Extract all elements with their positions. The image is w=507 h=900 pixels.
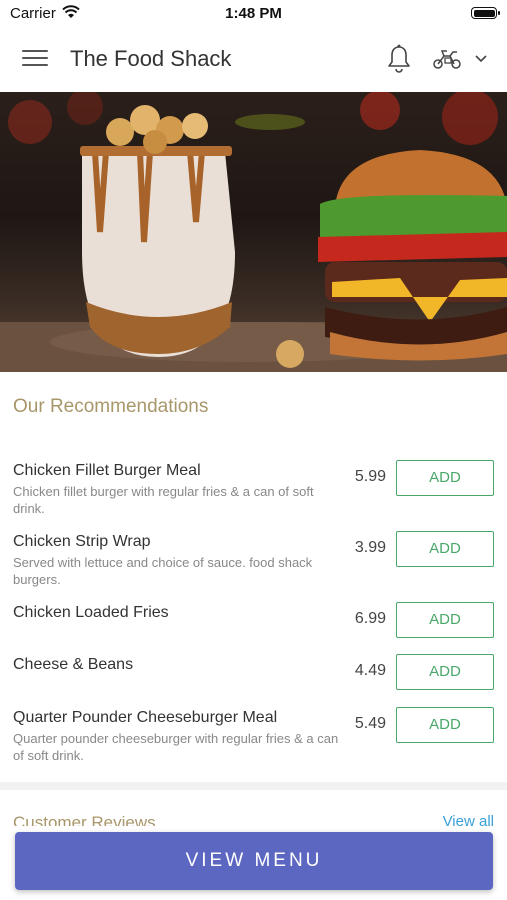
battery-icon xyxy=(471,7,500,19)
page-title: The Food Shack xyxy=(70,46,232,71)
item-price: 5.99 xyxy=(354,468,386,485)
item-name: Chicken Loaded Fries xyxy=(13,604,169,621)
clock: 1:48 PM xyxy=(225,5,282,22)
chevron-down-icon[interactable] xyxy=(474,54,488,64)
hamburger-icon[interactable] xyxy=(22,48,48,68)
section-divider xyxy=(0,782,507,790)
hero-banner-image xyxy=(0,92,507,372)
item-name: Chicken Fillet Burger Meal xyxy=(13,462,201,479)
recommendations-heading: Our Recommendations xyxy=(13,396,209,417)
item-description: Chicken fillet burger with regular fries… xyxy=(13,484,314,516)
app-bar: The Food Shack xyxy=(0,26,507,92)
item-name: Chicken Strip Wrap xyxy=(13,533,151,550)
view-menu-button[interactable]: VIEW MENU xyxy=(15,832,493,890)
scooter-icon[interactable] xyxy=(432,48,462,70)
item-name: Quarter Pounder Cheeseburger Meal xyxy=(13,709,278,726)
item-price: 5.49 xyxy=(354,715,386,732)
food-photo xyxy=(0,92,507,372)
status-bar: Carrier 1:48 PM xyxy=(0,0,507,26)
bell-icon[interactable] xyxy=(386,44,412,74)
add-button[interactable]: ADD xyxy=(396,654,494,690)
add-button[interactable]: ADD xyxy=(396,707,494,743)
item-price: 4.49 xyxy=(354,662,386,679)
item-price: 6.99 xyxy=(354,610,386,627)
add-button[interactable]: ADD xyxy=(396,460,494,496)
item-description: Served with lettuce and choice of sauce.… xyxy=(13,555,313,587)
add-button[interactable]: ADD xyxy=(396,602,494,638)
item-price: 3.99 xyxy=(354,539,386,556)
add-button[interactable]: ADD xyxy=(396,531,494,567)
item-name: Cheese & Beans xyxy=(13,656,134,673)
item-description: Quarter pounder cheeseburger with regula… xyxy=(13,731,339,763)
